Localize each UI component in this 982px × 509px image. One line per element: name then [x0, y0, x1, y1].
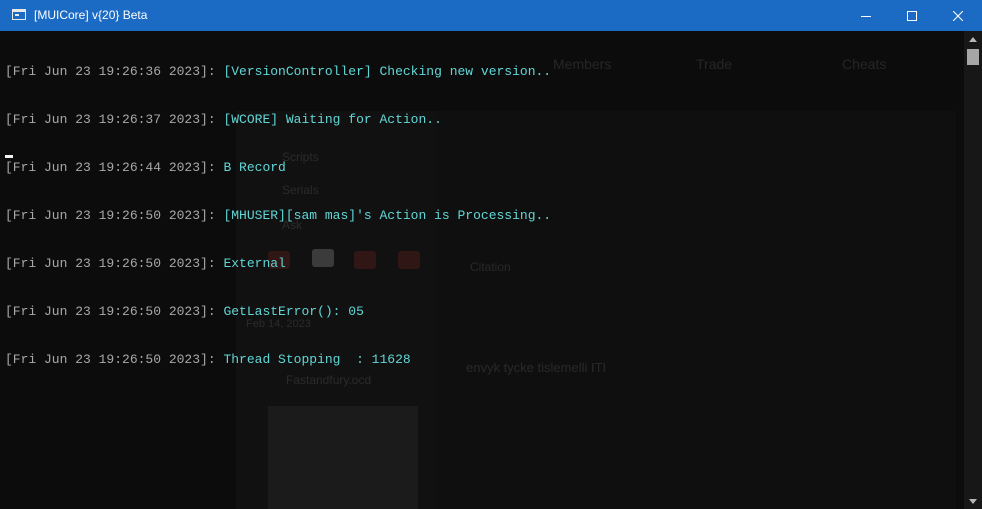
console-line: [Fri Jun 23 19:26:50 2023]: External [5, 256, 551, 272]
line-message: GetLastError(): 05 [223, 304, 364, 319]
minimize-icon [861, 15, 871, 17]
console-line: [Fri Jun 23 19:26:36 2023]: [VersionCont… [5, 64, 551, 80]
console-line: [Fri Jun 23 19:26:37 2023]: [WCORE] Wait… [5, 112, 551, 128]
text-cursor [5, 155, 13, 158]
scroll-up-button[interactable] [964, 31, 982, 47]
line-timestamp: [Fri Jun 23 19:26:50 2023]: [5, 352, 216, 367]
console-line: [Fri Jun 23 19:26:50 2023]: GetLastError… [5, 304, 551, 320]
line-timestamp: [Fri Jun 23 19:26:50 2023]: [5, 304, 216, 319]
console-output[interactable]: Members Trade Cheats Scripts Serials Ask… [0, 31, 964, 509]
line-timestamp: [Fri Jun 23 19:26:36 2023]: [5, 64, 216, 79]
chevron-up-icon [969, 36, 977, 42]
maximize-icon [907, 10, 917, 21]
close-button[interactable] [935, 0, 981, 31]
line-message: Thread Stopping : 11628 [223, 352, 411, 367]
chevron-down-icon [969, 498, 977, 504]
line-timestamp: [Fri Jun 23 19:26:44 2023]: [5, 160, 216, 175]
line-message: B Record [223, 160, 286, 175]
ghost-avatar-image [268, 406, 418, 509]
line-message: [WCORE] Waiting for Action.. [223, 112, 442, 127]
line-timestamp: [Fri Jun 23 19:26:37 2023]: [5, 112, 216, 127]
line-message: External [223, 256, 286, 271]
console-lines: [Fri Jun 23 19:26:36 2023]: [VersionCont… [5, 32, 551, 400]
vertical-scrollbar[interactable] [964, 31, 982, 509]
console-line: [Fri Jun 23 19:26:50 2023]: Thread Stopp… [5, 352, 551, 368]
ghost-nav-members: Members [553, 56, 612, 72]
ghost-nav-cheats: Cheats [842, 56, 887, 72]
line-timestamp: [Fri Jun 23 19:26:50 2023]: [5, 256, 216, 271]
line-message: [VersionController] Checking new version… [223, 64, 552, 79]
scroll-thumb[interactable] [967, 49, 979, 65]
line-timestamp: [Fri Jun 23 19:26:50 2023]: [5, 208, 216, 223]
close-icon [953, 10, 963, 21]
title-bar[interactable]: [MUICore] v{20} Beta [0, 0, 982, 31]
line-message: [MHUSER][sam mas]'s Action is Processing… [223, 208, 552, 223]
window-title: [MUICore] v{20} Beta [34, 8, 148, 22]
console-line: [Fri Jun 23 19:26:44 2023]: B Record [5, 160, 551, 176]
scroll-down-button[interactable] [964, 493, 982, 509]
console-line: [Fri Jun 23 19:26:50 2023]: [MHUSER][sam… [5, 208, 551, 224]
ghost-nav-trade: Trade [696, 56, 733, 72]
minimize-button[interactable] [843, 0, 889, 31]
maximize-button[interactable] [889, 0, 935, 31]
console-window-icon [12, 9, 26, 20]
